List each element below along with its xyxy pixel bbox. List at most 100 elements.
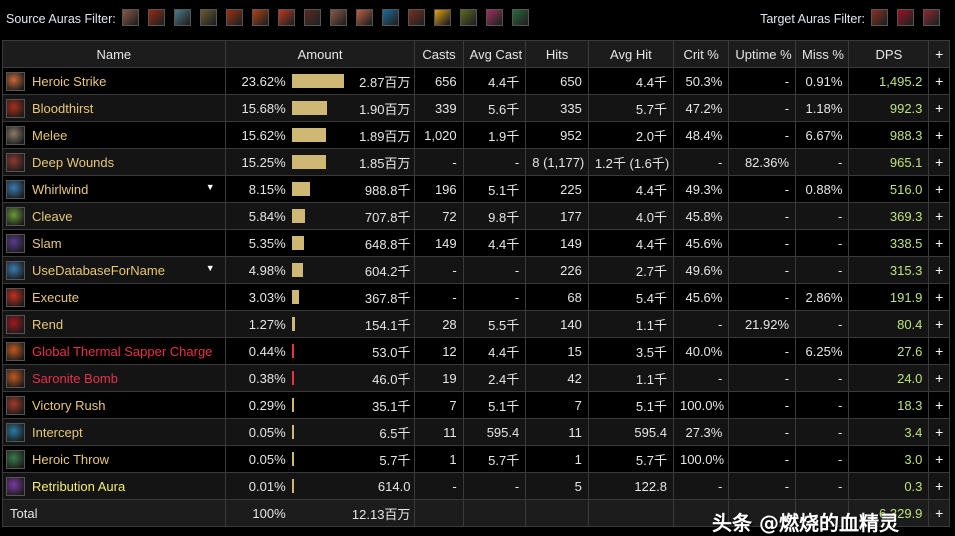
table-row[interactable]: Rend 1.27% 154.1千 28 5.5千 140 1.1千 -21.92% -80.4… bbox=[2, 310, 950, 338]
expand-plus-button[interactable]: + bbox=[928, 472, 950, 500]
spell-name[interactable]: Saronite Bomb bbox=[32, 371, 118, 386]
aura-green-hand-icon[interactable] bbox=[511, 9, 529, 26]
spell-name[interactable]: Rend bbox=[32, 317, 63, 332]
table-row[interactable]: Global Thermal Sapper Charge 0.44% 53.0千 12… bbox=[2, 337, 950, 365]
aura-heroic-strike-icon[interactable] bbox=[355, 9, 373, 26]
expand-plus-button[interactable]: + bbox=[928, 283, 950, 311]
spell-name-cell[interactable]: UseDatabaseForName ▼ bbox=[2, 256, 226, 284]
spell-name[interactable]: Victory Rush bbox=[32, 398, 105, 413]
aura-flex-arm-2-icon[interactable] bbox=[329, 9, 347, 26]
spell-name[interactable]: Retribution Aura bbox=[32, 479, 125, 494]
table-row[interactable]: Deep Wounds 15.25% 1.85百万 - -8 (1,177) 1.2千 (… bbox=[2, 148, 950, 176]
spell-name[interactable]: Deep Wounds bbox=[32, 155, 114, 170]
aura-potion-icon[interactable] bbox=[485, 9, 503, 26]
aura-deep-wounds-icon[interactable] bbox=[923, 9, 940, 26]
spell-name-cell[interactable]: Bloodthirst bbox=[2, 94, 226, 122]
spell-name[interactable]: UseDatabaseForName bbox=[32, 263, 165, 278]
table-row[interactable]: Bloodthirst 15.68% 1.90百万 339 5.6千 335 5.7千 47.… bbox=[2, 94, 950, 122]
total-expand-plus-button[interactable]: + bbox=[928, 499, 950, 527]
spell-name-cell[interactable]: Execute bbox=[2, 283, 226, 311]
expand-plus-button[interactable]: + bbox=[928, 148, 950, 176]
aura-bloodrage-icon[interactable] bbox=[147, 9, 165, 26]
column-header-hits[interactable]: Hits bbox=[525, 40, 589, 68]
expand-plus-button[interactable]: + bbox=[928, 391, 950, 419]
table-row[interactable]: UseDatabaseForName ▼ 4.98% 604.2千 - -226 2.7千 4… bbox=[2, 256, 950, 284]
table-row[interactable]: Retribution Aura 0.01% 614.0- -5 122.8- - -0.3… bbox=[2, 472, 950, 500]
spell-name-cell[interactable]: Slam bbox=[2, 229, 226, 257]
aura-green-beast-icon[interactable] bbox=[459, 9, 477, 26]
spell-name[interactable]: Whirlwind bbox=[32, 182, 88, 197]
expand-plus-button[interactable]: + bbox=[928, 310, 950, 338]
spell-name-cell[interactable]: Deep Wounds bbox=[2, 148, 226, 176]
aura-rend-icon[interactable] bbox=[897, 9, 914, 26]
expand-plus-button[interactable]: + bbox=[928, 202, 950, 230]
spell-name[interactable]: Cleave bbox=[32, 209, 72, 224]
spell-name[interactable]: Heroic Strike bbox=[32, 74, 106, 89]
expand-plus-button[interactable]: + bbox=[928, 337, 950, 365]
column-header-crit[interactable]: Crit % bbox=[672, 40, 730, 68]
spell-name-cell[interactable]: Global Thermal Sapper Charge bbox=[2, 337, 226, 365]
column-header-uptime[interactable]: Uptime % bbox=[728, 40, 797, 68]
spell-name[interactable]: Intercept bbox=[32, 425, 83, 440]
spell-name-cell[interactable]: Melee bbox=[2, 121, 226, 149]
table-row[interactable]: Whirlwind ▼ 8.15% 988.8千 196 5.1千 225 4.4千 49.3%… bbox=[2, 175, 950, 203]
dps-cell: 3.4 bbox=[848, 418, 930, 446]
aura-blue-figure-icon[interactable] bbox=[381, 9, 399, 26]
expand-plus-button[interactable]: + bbox=[928, 445, 950, 473]
aura-battle-shout-icon[interactable] bbox=[173, 9, 191, 26]
expand-caret-icon[interactable]: ▼ bbox=[206, 263, 215, 273]
spell-name-cell[interactable]: Rend bbox=[2, 310, 226, 338]
column-header-expand[interactable]: + bbox=[928, 40, 950, 68]
spell-name[interactable]: Global Thermal Sapper Charge bbox=[32, 344, 212, 359]
spell-name[interactable]: Bloodthirst bbox=[32, 101, 93, 116]
table-row[interactable]: Heroic Throw 0.05% 5.7千 1 5.7千 1 5.7千 100.0% - -3… bbox=[2, 445, 950, 473]
spell-name-cell[interactable]: Retribution Aura bbox=[2, 472, 226, 500]
miss-pct-cell: 6.25% bbox=[795, 337, 850, 365]
aura-claw-icon[interactable] bbox=[303, 9, 321, 26]
spell-name-cell[interactable]: Heroic Strike bbox=[2, 67, 226, 95]
amount-bar bbox=[291, 236, 304, 250]
column-header-amount[interactable]: Amount bbox=[224, 40, 416, 68]
spell-name-cell[interactable]: Heroic Throw bbox=[2, 445, 226, 473]
aura-rampage-icon[interactable] bbox=[225, 9, 243, 26]
expand-plus-button[interactable]: + bbox=[928, 175, 950, 203]
aura-demoralizing-icon[interactable] bbox=[199, 9, 217, 26]
table-row[interactable]: Execute 3.03% 367.8千 - -68 5.4千 45.6% -2.86% 191… bbox=[2, 283, 950, 311]
table-row[interactable]: Melee 15.62% 1.89百万 1,020 1.9千 952 2.0千 48.4% -6… bbox=[2, 121, 950, 149]
column-header-miss[interactable]: Miss % bbox=[795, 40, 850, 68]
aura-fire-yellow-icon[interactable] bbox=[433, 9, 451, 26]
spell-name[interactable]: Melee bbox=[32, 128, 67, 143]
table-row[interactable]: Intercept 0.05% 6.5千 11 595.4 11 595.4 27.3% - -3… bbox=[2, 418, 950, 446]
aura-flex-arm-icon[interactable] bbox=[121, 9, 139, 26]
spell-name-cell[interactable]: Whirlwind ▼ bbox=[2, 175, 226, 203]
table-row[interactable]: Saronite Bomb 0.38% 46.0千 19 2.4千 42 1.1千 - - -24… bbox=[2, 364, 950, 392]
spell-name-cell[interactable]: Cleave bbox=[2, 202, 226, 230]
column-header-avg-hit[interactable]: Avg Hit bbox=[587, 40, 674, 68]
aura-berserker-icon[interactable] bbox=[251, 9, 269, 26]
spell-name-cell[interactable]: Victory Rush bbox=[2, 391, 226, 419]
expand-plus-button[interactable]: + bbox=[928, 256, 950, 284]
table-row[interactable]: Slam 5.35% 648.8千 149 4.4千 149 4.4千 45.6% - -338.… bbox=[2, 229, 950, 257]
spell-name[interactable]: Slam bbox=[32, 236, 62, 251]
spell-name-cell[interactable]: Saronite Bomb bbox=[2, 364, 226, 392]
expand-plus-button[interactable]: + bbox=[928, 94, 950, 122]
aura-sunder-icon[interactable] bbox=[871, 9, 888, 26]
column-header-dps[interactable]: DPS bbox=[848, 40, 930, 68]
column-header-avg-cast[interactable]: Avg Cast bbox=[462, 40, 527, 68]
spell-name-cell[interactable]: Intercept bbox=[2, 418, 226, 446]
expand-plus-button[interactable]: + bbox=[928, 418, 950, 446]
expand-plus-button[interactable]: + bbox=[928, 229, 950, 257]
table-row[interactable]: Victory Rush 0.29% 35.1千 7 5.1千 7 5.1千 100.0% - -… bbox=[2, 391, 950, 419]
spell-name[interactable]: Heroic Throw bbox=[32, 452, 109, 467]
expand-plus-button[interactable]: + bbox=[928, 67, 950, 95]
aura-enrage-fist-icon[interactable] bbox=[277, 9, 295, 26]
expand-caret-icon[interactable]: ▼ bbox=[206, 182, 215, 192]
spell-name[interactable]: Execute bbox=[32, 290, 79, 305]
column-header-casts[interactable]: Casts bbox=[414, 40, 464, 68]
column-header-name[interactable]: Name bbox=[2, 40, 226, 68]
expand-plus-button[interactable]: + bbox=[928, 364, 950, 392]
table-row[interactable]: Heroic Strike 23.62% 2.87百万 656 4.4千 650 4.4千 5… bbox=[2, 67, 950, 95]
table-row[interactable]: Cleave 5.84% 707.8千 72 9.8千 177 4.0千 45.8% - -369… bbox=[2, 202, 950, 230]
aura-demon-icon[interactable] bbox=[407, 9, 425, 26]
expand-plus-button[interactable]: + bbox=[928, 121, 950, 149]
